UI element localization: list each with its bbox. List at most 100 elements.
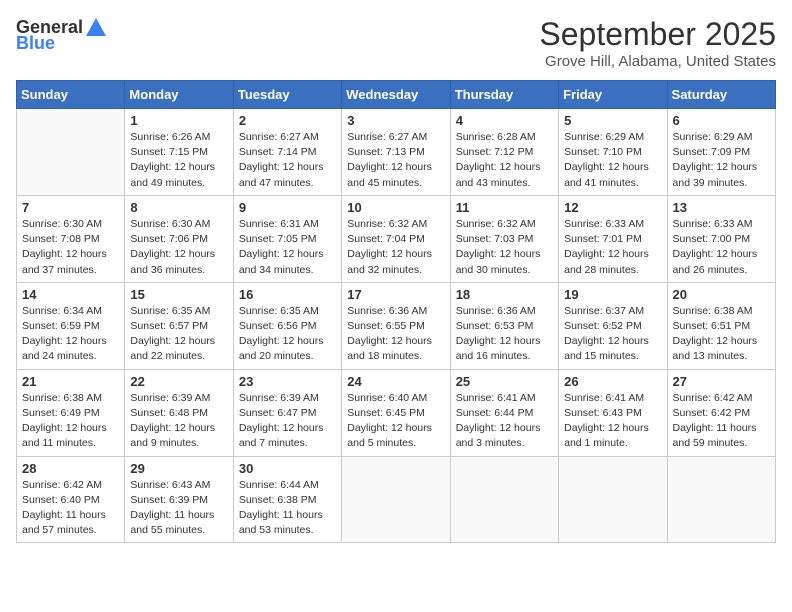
day-info: Sunrise: 6:37 AMSunset: 6:52 PMDaylight:… — [564, 304, 661, 365]
column-header-thursday: Thursday — [450, 81, 558, 109]
day-info: Sunrise: 6:35 AMSunset: 6:56 PMDaylight:… — [239, 304, 336, 365]
day-info: Sunrise: 6:36 AMSunset: 6:53 PMDaylight:… — [456, 304, 553, 365]
calendar-cell: 6 Sunrise: 6:29 AMSunset: 7:09 PMDaylight… — [667, 109, 775, 196]
calendar-cell: 12 Sunrise: 6:33 AMSunset: 7:01 PMDayligh… — [559, 195, 667, 282]
day-number: 23 — [239, 374, 336, 389]
calendar-week-row: 28 Sunrise: 6:42 AMSunset: 6:40 PMDayligh… — [17, 456, 776, 543]
calendar-cell — [450, 456, 558, 543]
day-info: Sunrise: 6:40 AMSunset: 6:45 PMDaylight:… — [347, 391, 444, 452]
calendar-cell: 29 Sunrise: 6:43 AMSunset: 6:39 PMDayligh… — [125, 456, 233, 543]
day-info: Sunrise: 6:26 AMSunset: 7:15 PMDaylight:… — [130, 130, 227, 191]
day-number: 29 — [130, 461, 227, 476]
day-info: Sunrise: 6:42 AMSunset: 6:42 PMDaylight:… — [673, 391, 770, 452]
day-number: 30 — [239, 461, 336, 476]
day-number: 9 — [239, 200, 336, 215]
calendar-week-row: 7 Sunrise: 6:30 AMSunset: 7:08 PMDaylight… — [17, 195, 776, 282]
column-header-wednesday: Wednesday — [342, 81, 450, 109]
calendar-cell: 11Sunrise: 6:32 AMSunset: 7:03 PMDayligh… — [450, 195, 558, 282]
day-info: Sunrise: 6:41 AMSunset: 6:44 PMDaylight:… — [456, 391, 553, 452]
logo: General Blue — [16, 16, 107, 52]
day-info: Sunrise: 6:27 AMSunset: 7:14 PMDaylight:… — [239, 130, 336, 191]
day-info: Sunrise: 6:42 AMSunset: 6:40 PMDaylight:… — [22, 478, 119, 539]
calendar-cell: 14 Sunrise: 6:34 AMSunset: 6:59 PMDayligh… — [17, 282, 125, 369]
day-number: 19 — [564, 287, 661, 302]
day-number: 17 — [347, 287, 444, 302]
day-number: 11 — [456, 200, 553, 215]
day-number: 16 — [239, 287, 336, 302]
day-info: Sunrise: 6:31 AMSunset: 7:05 PMDaylight:… — [239, 217, 336, 278]
calendar-cell: 7 Sunrise: 6:30 AMSunset: 7:08 PMDaylight… — [17, 195, 125, 282]
day-info: Sunrise: 6:38 AMSunset: 6:49 PMDaylight:… — [22, 391, 119, 452]
calendar-cell: 21 Sunrise: 6:38 AMSunset: 6:49 PMDayligh… — [17, 369, 125, 456]
day-number: 8 — [130, 200, 227, 215]
title-area: September 2025 Grove Hill, Alabama, Unit… — [539, 16, 776, 70]
calendar-cell — [559, 456, 667, 543]
calendar-cell: 15 Sunrise: 6:35 AMSunset: 6:57 PMDayligh… — [125, 282, 233, 369]
day-info: Sunrise: 6:30 AMSunset: 7:08 PMDaylight:… — [22, 217, 119, 278]
calendar-cell: 8 Sunrise: 6:30 AMSunset: 7:06 PMDaylight… — [125, 195, 233, 282]
calendar-cell: 20 Sunrise: 6:38 AMSunset: 6:51 PMDayligh… — [667, 282, 775, 369]
logo-blue-text: Blue — [16, 34, 55, 52]
day-info: Sunrise: 6:32 AMSunset: 7:04 PMDaylight:… — [347, 217, 444, 278]
calendar-cell: 10Sunrise: 6:32 AMSunset: 7:04 PMDayligh… — [342, 195, 450, 282]
calendar-cell — [342, 456, 450, 543]
day-info: Sunrise: 6:33 AMSunset: 7:01 PMDaylight:… — [564, 217, 661, 278]
calendar-cell: 9 Sunrise: 6:31 AMSunset: 7:05 PMDaylight… — [233, 195, 341, 282]
day-info: Sunrise: 6:36 AMSunset: 6:55 PMDaylight:… — [347, 304, 444, 365]
calendar-cell: 1 Sunrise: 6:26 AMSunset: 7:15 PMDaylight… — [125, 109, 233, 196]
calendar-header-row: SundayMondayTuesdayWednesdayThursdayFrid… — [17, 81, 776, 109]
day-info: Sunrise: 6:29 AMSunset: 7:10 PMDaylight:… — [564, 130, 661, 191]
day-number: 24 — [347, 374, 444, 389]
calendar-cell: 17 Sunrise: 6:36 AMSunset: 6:55 PMDayligh… — [342, 282, 450, 369]
day-info: Sunrise: 6:29 AMSunset: 7:09 PMDaylight:… — [673, 130, 770, 191]
day-number: 15 — [130, 287, 227, 302]
day-number: 13 — [673, 200, 770, 215]
calendar-cell: 13 Sunrise: 6:33 AMSunset: 7:00 PMDayligh… — [667, 195, 775, 282]
day-number: 1 — [130, 113, 227, 128]
calendar-week-row: 1 Sunrise: 6:26 AMSunset: 7:15 PMDaylight… — [17, 109, 776, 196]
calendar-cell: 4Sunrise: 6:28 AMSunset: 7:12 PMDaylight… — [450, 109, 558, 196]
day-number: 21 — [22, 374, 119, 389]
calendar-cell: 5 Sunrise: 6:29 AMSunset: 7:10 PMDaylight… — [559, 109, 667, 196]
day-info: Sunrise: 6:35 AMSunset: 6:57 PMDaylight:… — [130, 304, 227, 365]
month-title: September 2025 — [539, 16, 776, 53]
day-number: 26 — [564, 374, 661, 389]
calendar-cell: 18 Sunrise: 6:36 AMSunset: 6:53 PMDayligh… — [450, 282, 558, 369]
day-number: 14 — [22, 287, 119, 302]
day-number: 28 — [22, 461, 119, 476]
column-header-friday: Friday — [559, 81, 667, 109]
column-header-saturday: Saturday — [667, 81, 775, 109]
column-header-monday: Monday — [125, 81, 233, 109]
day-info: Sunrise: 6:30 AMSunset: 7:06 PMDaylight:… — [130, 217, 227, 278]
day-number: 5 — [564, 113, 661, 128]
calendar-cell: 26 Sunrise: 6:41 AMSunset: 6:43 PMDayligh… — [559, 369, 667, 456]
header: General Blue September 2025 Grove Hill, … — [16, 16, 776, 70]
calendar-cell: 16 Sunrise: 6:35 AMSunset: 6:56 PMDayligh… — [233, 282, 341, 369]
day-number: 6 — [673, 113, 770, 128]
day-number: 7 — [22, 200, 119, 215]
calendar-cell: 30 Sunrise: 6:44 AMSunset: 6:38 PMDayligh… — [233, 456, 341, 543]
day-info: Sunrise: 6:27 AMSunset: 7:13 PMDaylight:… — [347, 130, 444, 191]
day-info: Sunrise: 6:33 AMSunset: 7:00 PMDaylight:… — [673, 217, 770, 278]
day-info: Sunrise: 6:28 AMSunset: 7:12 PMDaylight:… — [456, 130, 553, 191]
day-number: 18 — [456, 287, 553, 302]
day-number: 20 — [673, 287, 770, 302]
calendar-cell: 22Sunrise: 6:39 AMSunset: 6:48 PMDayligh… — [125, 369, 233, 456]
day-number: 22 — [130, 374, 227, 389]
day-info: Sunrise: 6:43 AMSunset: 6:39 PMDaylight:… — [130, 478, 227, 539]
calendar-cell: 25 Sunrise: 6:41 AMSunset: 6:44 PMDayligh… — [450, 369, 558, 456]
day-info: Sunrise: 6:44 AMSunset: 6:38 PMDaylight:… — [239, 478, 336, 539]
day-number: 25 — [456, 374, 553, 389]
calendar-cell — [17, 109, 125, 196]
day-info: Sunrise: 6:38 AMSunset: 6:51 PMDaylight:… — [673, 304, 770, 365]
calendar-cell: 2 Sunrise: 6:27 AMSunset: 7:14 PMDaylight… — [233, 109, 341, 196]
day-info: Sunrise: 6:34 AMSunset: 6:59 PMDaylight:… — [22, 304, 119, 365]
day-number: 12 — [564, 200, 661, 215]
day-number: 2 — [239, 113, 336, 128]
calendar-cell: 3 Sunrise: 6:27 AMSunset: 7:13 PMDaylight… — [342, 109, 450, 196]
calendar-cell: 19 Sunrise: 6:37 AMSunset: 6:52 PMDayligh… — [559, 282, 667, 369]
logo-triangle-icon — [85, 16, 107, 38]
day-info: Sunrise: 6:41 AMSunset: 6:43 PMDaylight:… — [564, 391, 661, 452]
day-number: 3 — [347, 113, 444, 128]
day-info: Sunrise: 6:39 AMSunset: 6:47 PMDaylight:… — [239, 391, 336, 452]
